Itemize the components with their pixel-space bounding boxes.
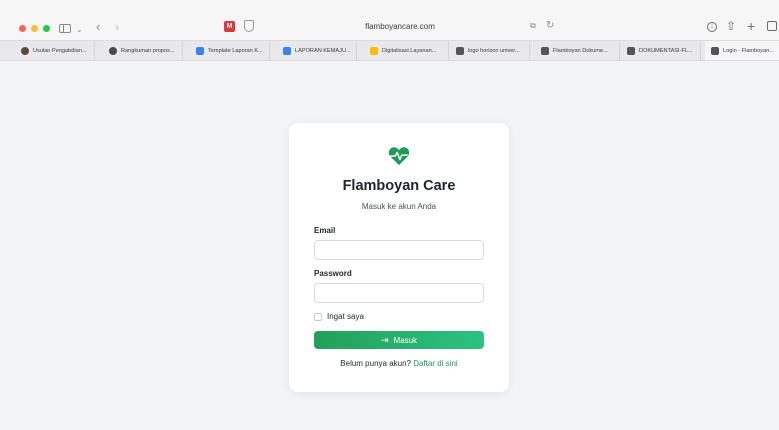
tab-label: LAPORAN KEMAJU... <box>295 47 351 54</box>
login-button-label: Masuk <box>393 335 418 345</box>
tab-label: Digitalisasi Layanan... <box>382 47 437 54</box>
tab-favicon <box>627 46 635 55</box>
sidebar-toggle-icon[interactable] <box>59 24 71 33</box>
forward-button[interactable]: › <box>115 20 119 34</box>
close-window-button[interactable] <box>19 25 26 32</box>
login-title: Flamboyan Care <box>342 178 456 194</box>
tab-label: DOKUMENTASI-FL... <box>639 47 693 54</box>
tab-label: Usulan Pengabdian... <box>33 47 87 54</box>
register-prompt: Belum punya akun? Daftar di sini <box>289 359 509 368</box>
tab-label: Template Laporan K... <box>208 47 263 54</box>
tab-favicon <box>109 46 117 55</box>
login-button[interactable]: ⇥ Masuk <box>314 331 484 349</box>
password-label: Password <box>314 269 352 278</box>
zoom-window-button[interactable] <box>43 25 50 32</box>
tab-overview-icon[interactable] <box>767 21 777 31</box>
login-card: Flamboyan Care Masuk ke akun Anda Email … <box>289 123 509 392</box>
tab-label: Flamboyan Dokume... <box>553 47 608 54</box>
share-icon[interactable]: ⇧ <box>726 19 736 33</box>
tab-label: logo horizon univer... <box>468 47 520 54</box>
download-icon[interactable]: ↓ <box>707 22 717 32</box>
email-label: Email <box>314 226 336 235</box>
sign-in-icon: ⇥ <box>380 334 389 345</box>
tab-favicon <box>21 46 29 55</box>
tab-label: Login - Flamboyan... <box>723 47 774 54</box>
minimize-window-button[interactable] <box>31 25 38 32</box>
tab-template-laporan[interactable]: Template Laporan K... <box>190 41 270 60</box>
remember-me-checkbox[interactable] <box>314 313 322 321</box>
register-link[interactable]: Daftar di sini <box>413 359 457 368</box>
tab-favicon <box>456 46 464 55</box>
tab-laporan-kemajuan[interactable]: LAPORAN KEMAJU... <box>277 41 357 60</box>
email-field[interactable] <box>314 240 484 260</box>
docs-icon <box>196 46 204 55</box>
tab-logo-horizon[interactable]: logo horizon univer... <box>450 41 530 60</box>
tab-label: Rangkuman propos... <box>121 47 175 54</box>
tab-rangkuman-proposal[interactable]: Rangkuman propos... <box>103 41 183 60</box>
tab-digitalisasi-layanan[interactable]: Digitalisasi Layanan... <box>364 41 449 60</box>
tab-login-flamboyan[interactable]: Login - Flamboyan... <box>705 41 779 60</box>
drive-icon <box>370 46 378 55</box>
tab-favicon <box>541 46 549 55</box>
heart-pulse-icon <box>388 147 410 166</box>
tab-favicon <box>711 46 719 55</box>
browser-window: ⌄ ‹ › M flamboyancare.com ⧉ ↻ ↓ ⇧ + Usul… <box>0 0 779 430</box>
remember-me-label[interactable]: Ingat saya <box>327 312 364 321</box>
tab-bar: Usulan Pengabdian... Rangkuman propos...… <box>0 40 779 61</box>
address-bar[interactable]: flamboyancare.com <box>300 22 500 31</box>
tab-usulan-pengabdian[interactable]: Usulan Pengabdian... <box>15 41 95 60</box>
site-favicon: M <box>224 21 235 32</box>
browser-toolbar: ⌄ ‹ › M flamboyancare.com ⧉ ↻ ↓ ⇧ + <box>0 0 779 40</box>
reload-icon[interactable]: ↻ <box>546 20 554 31</box>
back-button[interactable]: ‹ <box>96 20 100 34</box>
tab-dokumentasi[interactable]: DOKUMENTASI-FL... <box>621 41 701 60</box>
password-field[interactable] <box>314 283 484 303</box>
docs-icon <box>283 46 291 55</box>
translate-icon[interactable]: ⧉ <box>530 21 536 31</box>
new-tab-icon[interactable]: + <box>747 18 755 34</box>
tab-flamboyan-dokumen[interactable]: Flamboyan Dokume... <box>535 41 620 60</box>
register-prompt-text: Belum punya akun? <box>340 359 411 368</box>
privacy-shield-icon[interactable] <box>244 20 254 32</box>
chevron-down-icon[interactable]: ⌄ <box>76 23 83 37</box>
login-subtitle: Masuk ke akun Anda <box>361 202 437 211</box>
